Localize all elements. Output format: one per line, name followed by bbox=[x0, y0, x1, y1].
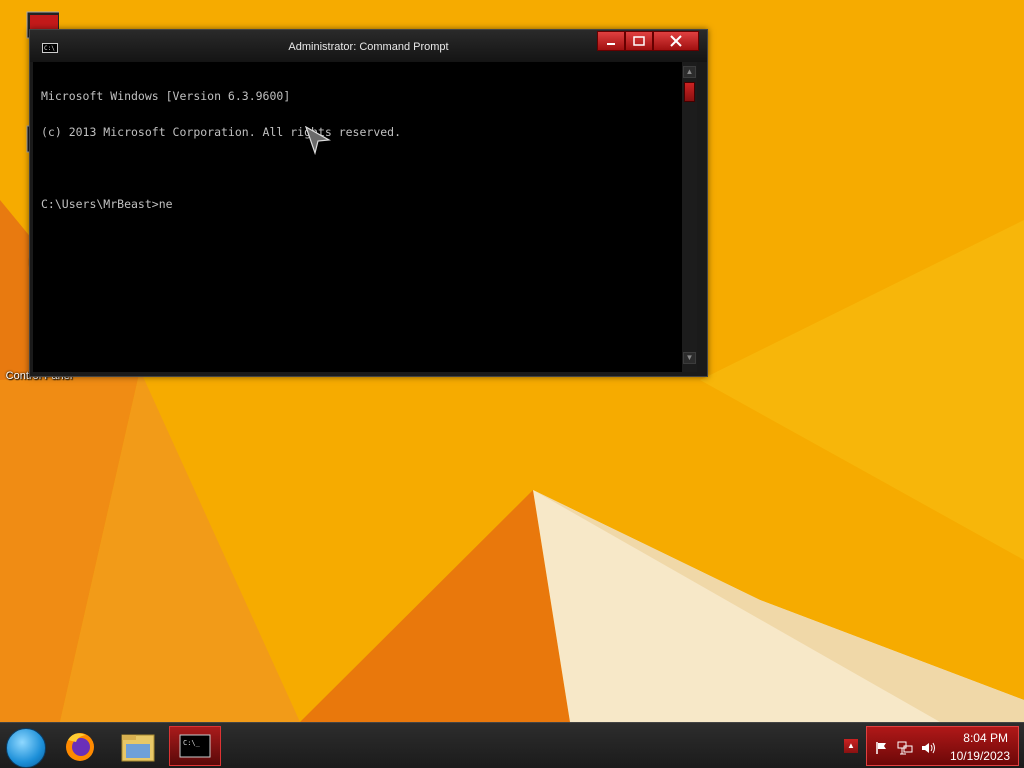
clock-time[interactable]: 8:04 PM bbox=[963, 731, 1008, 745]
start-orb-icon[interactable] bbox=[6, 728, 46, 768]
mouse-cursor-icon bbox=[305, 126, 331, 156]
window-titlebar[interactable]: C:\ Administrator: Command Prompt bbox=[30, 30, 707, 62]
taskbar: C:\_ ▲ 8:04 PM 10/19/2023 bbox=[0, 722, 1024, 768]
command-prompt-window[interactable]: C:\ Administrator: Command Prompt Micros… bbox=[29, 29, 708, 377]
console-line: Microsoft Windows [Version 6.3.9600] bbox=[41, 89, 291, 103]
firefox-icon bbox=[66, 733, 94, 761]
show-hidden-icons-button[interactable]: ▲ bbox=[844, 739, 858, 753]
cmd-icon: C:\_ bbox=[179, 734, 211, 758]
minimize-button[interactable] bbox=[597, 31, 625, 51]
volume-icon[interactable] bbox=[921, 741, 937, 755]
scroll-down-arrow-icon[interactable]: ▼ bbox=[683, 352, 696, 364]
caption-buttons bbox=[597, 31, 699, 51]
console-line: (c) 2013 Microsoft Corporation. All righ… bbox=[41, 125, 402, 139]
desktop: Th Ne Rec Control Panel C:\ Administrato… bbox=[0, 0, 1024, 768]
console-prompt-line: C:\Users\MrBeast>ne bbox=[41, 197, 173, 211]
taskbar-app-command-prompt[interactable]: C:\_ bbox=[169, 726, 221, 766]
taskbar-app-firefox[interactable] bbox=[54, 726, 106, 766]
flag-icon[interactable] bbox=[875, 741, 891, 755]
folder-icon bbox=[121, 734, 155, 762]
svg-text:C:\_: C:\_ bbox=[183, 739, 201, 747]
clock-date[interactable]: 10/19/2023 bbox=[950, 749, 1010, 763]
vertical-scrollbar[interactable]: ▲ ▼ bbox=[682, 62, 697, 372]
minimize-icon bbox=[607, 43, 615, 45]
notification-area: 8:04 PM 10/19/2023 bbox=[866, 726, 1019, 766]
console-output[interactable]: Microsoft Windows [Version 6.3.9600] (c)… bbox=[33, 62, 682, 372]
close-icon bbox=[670, 35, 682, 47]
scrollbar-thumb[interactable] bbox=[684, 82, 695, 102]
maximize-button[interactable] bbox=[625, 31, 653, 51]
close-button[interactable] bbox=[653, 31, 699, 51]
scroll-up-arrow-icon[interactable]: ▲ bbox=[683, 66, 696, 78]
maximize-icon bbox=[633, 36, 645, 46]
network-icon[interactable] bbox=[897, 741, 913, 755]
taskbar-app-file-explorer[interactable] bbox=[112, 726, 164, 766]
